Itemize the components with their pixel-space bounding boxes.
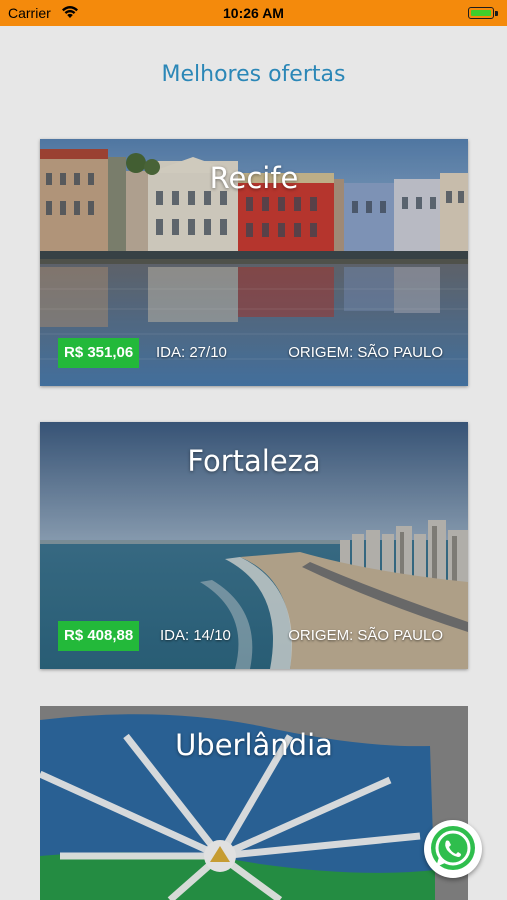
status-bar: Carrier 10:26 AM xyxy=(0,0,507,26)
departure-date: IDA: 14/10 xyxy=(160,627,231,644)
offer-card-fortaleza[interactable]: Fortaleza R$ 408,88 IDA: 14/10 ORIGEM: S… xyxy=(40,422,468,669)
price-badge: R$ 408,88 xyxy=(58,621,140,651)
destination-title: Uberlândia xyxy=(175,728,333,762)
destination-title: Recife xyxy=(209,161,299,195)
whatsapp-icon xyxy=(431,826,475,870)
departure-date: IDA: 27/10 xyxy=(156,344,227,361)
battery-icon xyxy=(468,7,498,19)
destination-title: Fortaleza xyxy=(187,444,321,478)
offer-card-recife[interactable]: Recife R$ 351,06 IDA: 27/10 ORIGEM: SÃO … xyxy=(40,139,468,386)
clock: 10:26 AM xyxy=(223,5,284,21)
price-badge: R$ 351,06 xyxy=(58,338,140,368)
origin-label: ORIGEM: SÃO PAULO xyxy=(288,344,443,361)
offer-card-uberlandia[interactable]: Uberlândia xyxy=(40,706,468,900)
whatsapp-button[interactable] xyxy=(424,820,482,878)
origin-label: ORIGEM: SÃO PAULO xyxy=(288,627,443,644)
page-title: Melhores ofertas xyxy=(161,62,346,87)
